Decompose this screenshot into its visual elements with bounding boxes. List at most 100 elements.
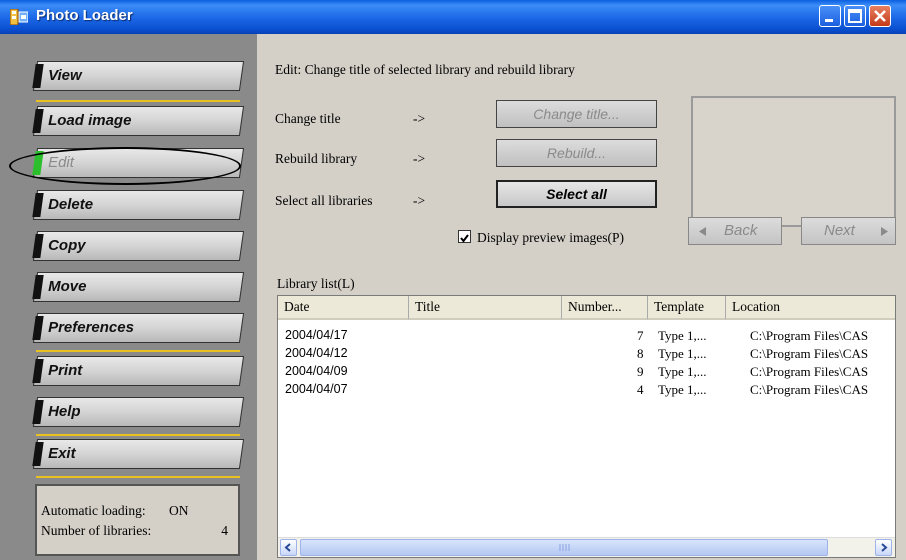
copy-button-label: Copy [48, 237, 86, 254]
column-header-date-label: Date [284, 299, 310, 314]
change-title-button[interactable]: Change title... [496, 100, 657, 128]
maximize-icon [848, 9, 862, 23]
rebuild-library-label: Rebuild library [275, 151, 358, 166]
sidebar: View Load image Edit Delete Copy Move Pr… [0, 34, 257, 560]
app-icon [10, 9, 28, 25]
checkmark-icon [460, 234, 469, 243]
horizontal-scrollbar[interactable] [278, 537, 895, 557]
grip-icon [559, 544, 570, 551]
num-libraries-value: 4 [221, 523, 228, 538]
auto-loading-value: ON [169, 503, 189, 518]
select-all-button-label: Select all [546, 186, 607, 202]
column-header-date[interactable]: Date [278, 296, 409, 320]
help-button-tab [32, 400, 44, 424]
separator [36, 350, 240, 352]
edit-button[interactable]: Edit [32, 148, 245, 178]
preferences-button-tab [32, 316, 44, 340]
rebuild-library-arrow: -> [413, 151, 426, 166]
load-image-button-tab [32, 109, 44, 133]
copy-button-tab [32, 234, 44, 258]
cell-number: 9 [637, 364, 644, 379]
select-all-arrow: -> [413, 193, 426, 208]
scroll-thumb[interactable] [300, 539, 828, 556]
help-button-label: Help [48, 403, 81, 420]
cell-location: C:\Program Files\CAS [750, 364, 869, 379]
print-button[interactable]: Print [32, 356, 245, 386]
cell-location: C:\Program Files\CAS [750, 382, 869, 397]
column-header-title-label: Title [415, 299, 441, 314]
column-header-template[interactable]: Template [648, 296, 726, 320]
next-button[interactable]: Next [801, 217, 896, 245]
column-header-location-label: Location [732, 299, 780, 314]
maximize-button[interactable] [844, 5, 866, 27]
back-button[interactable]: Back [688, 217, 782, 245]
preview-area [691, 96, 896, 227]
column-header-location[interactable]: Location [726, 296, 895, 320]
view-button-tab [32, 64, 44, 88]
preferences-button-label: Preferences [48, 319, 134, 336]
select-all-button[interactable]: Select all [496, 180, 657, 208]
view-button[interactable]: View [32, 61, 245, 91]
print-button-label: Print [48, 362, 83, 379]
select-all-label: Select all libraries [275, 193, 373, 208]
copy-button[interactable]: Copy [32, 231, 245, 261]
window-title: Photo Loader [36, 7, 133, 24]
rebuild-button-label: Rebuild... [546, 145, 607, 161]
library-list[interactable]: Date Title Number... Template Location 2… [277, 295, 896, 558]
cell-template: Type 1,... [658, 328, 707, 343]
library-list-label: Library list(L) [277, 276, 355, 291]
minimize-button[interactable] [819, 5, 841, 27]
delete-button[interactable]: Delete [32, 190, 245, 220]
column-header-title[interactable]: Title [409, 296, 562, 320]
cell-number: 4 [637, 382, 644, 397]
load-image-button[interactable]: Load image [32, 106, 245, 136]
minimize-icon [825, 19, 833, 22]
move-button-label: Move [48, 278, 87, 295]
move-button-tab [32, 275, 44, 299]
cell-date: 2004/04/07 [285, 382, 348, 396]
cell-date: 2004/04/17 [285, 328, 348, 342]
exit-button[interactable]: Exit [32, 439, 245, 469]
next-arrow-icon [881, 227, 888, 236]
edit-button-label: Edit [48, 154, 74, 171]
cell-template: Type 1,... [658, 346, 707, 361]
close-icon [874, 10, 886, 22]
page-heading: Edit: Change title of selected library a… [275, 62, 575, 77]
separator [36, 100, 240, 102]
next-button-label: Next [824, 222, 855, 239]
load-image-button-label: Load image [48, 112, 132, 129]
display-preview-checkbox[interactable] [458, 230, 471, 243]
column-header-template-label: Template [654, 299, 705, 314]
help-button[interactable]: Help [32, 397, 245, 427]
display-preview-label: Display preview images(P) [477, 230, 624, 245]
cell-template: Type 1,... [658, 364, 707, 379]
back-button-label: Back [724, 222, 758, 239]
num-libraries-label: Number of libraries: [41, 523, 152, 538]
cell-number: 7 [637, 328, 644, 343]
status-panel: Automatic loading: ON Number of librarie… [35, 484, 240, 556]
separator [36, 476, 240, 478]
chevron-left-icon [284, 543, 291, 552]
cell-location: C:\Program Files\CAS [750, 346, 869, 361]
cell-location: C:\Program Files\CAS [750, 328, 869, 343]
rebuild-button[interactable]: Rebuild... [496, 139, 657, 167]
exit-button-tab [32, 442, 44, 466]
separator [36, 434, 240, 436]
preferences-button[interactable]: Preferences [32, 313, 245, 343]
cell-date: 2004/04/12 [285, 346, 348, 360]
photo-loader-window: Photo Loader View Load image Edit Delete… [0, 0, 906, 560]
change-title-arrow: -> [413, 111, 426, 126]
edit-button-tab [32, 151, 44, 175]
scroll-left-button[interactable] [280, 539, 297, 556]
back-arrow-icon [699, 227, 706, 236]
change-title-label: Change title [275, 111, 341, 126]
close-button[interactable] [869, 5, 891, 27]
column-header-number[interactable]: Number... [562, 296, 648, 320]
scroll-right-button[interactable] [875, 539, 892, 556]
change-title-button-label: Change title... [533, 106, 620, 122]
exit-button-label: Exit [48, 445, 76, 462]
title-bar[interactable]: Photo Loader [0, 0, 906, 34]
view-button-label: View [48, 67, 82, 84]
chevron-right-icon [881, 543, 888, 552]
move-button[interactable]: Move [32, 272, 245, 302]
